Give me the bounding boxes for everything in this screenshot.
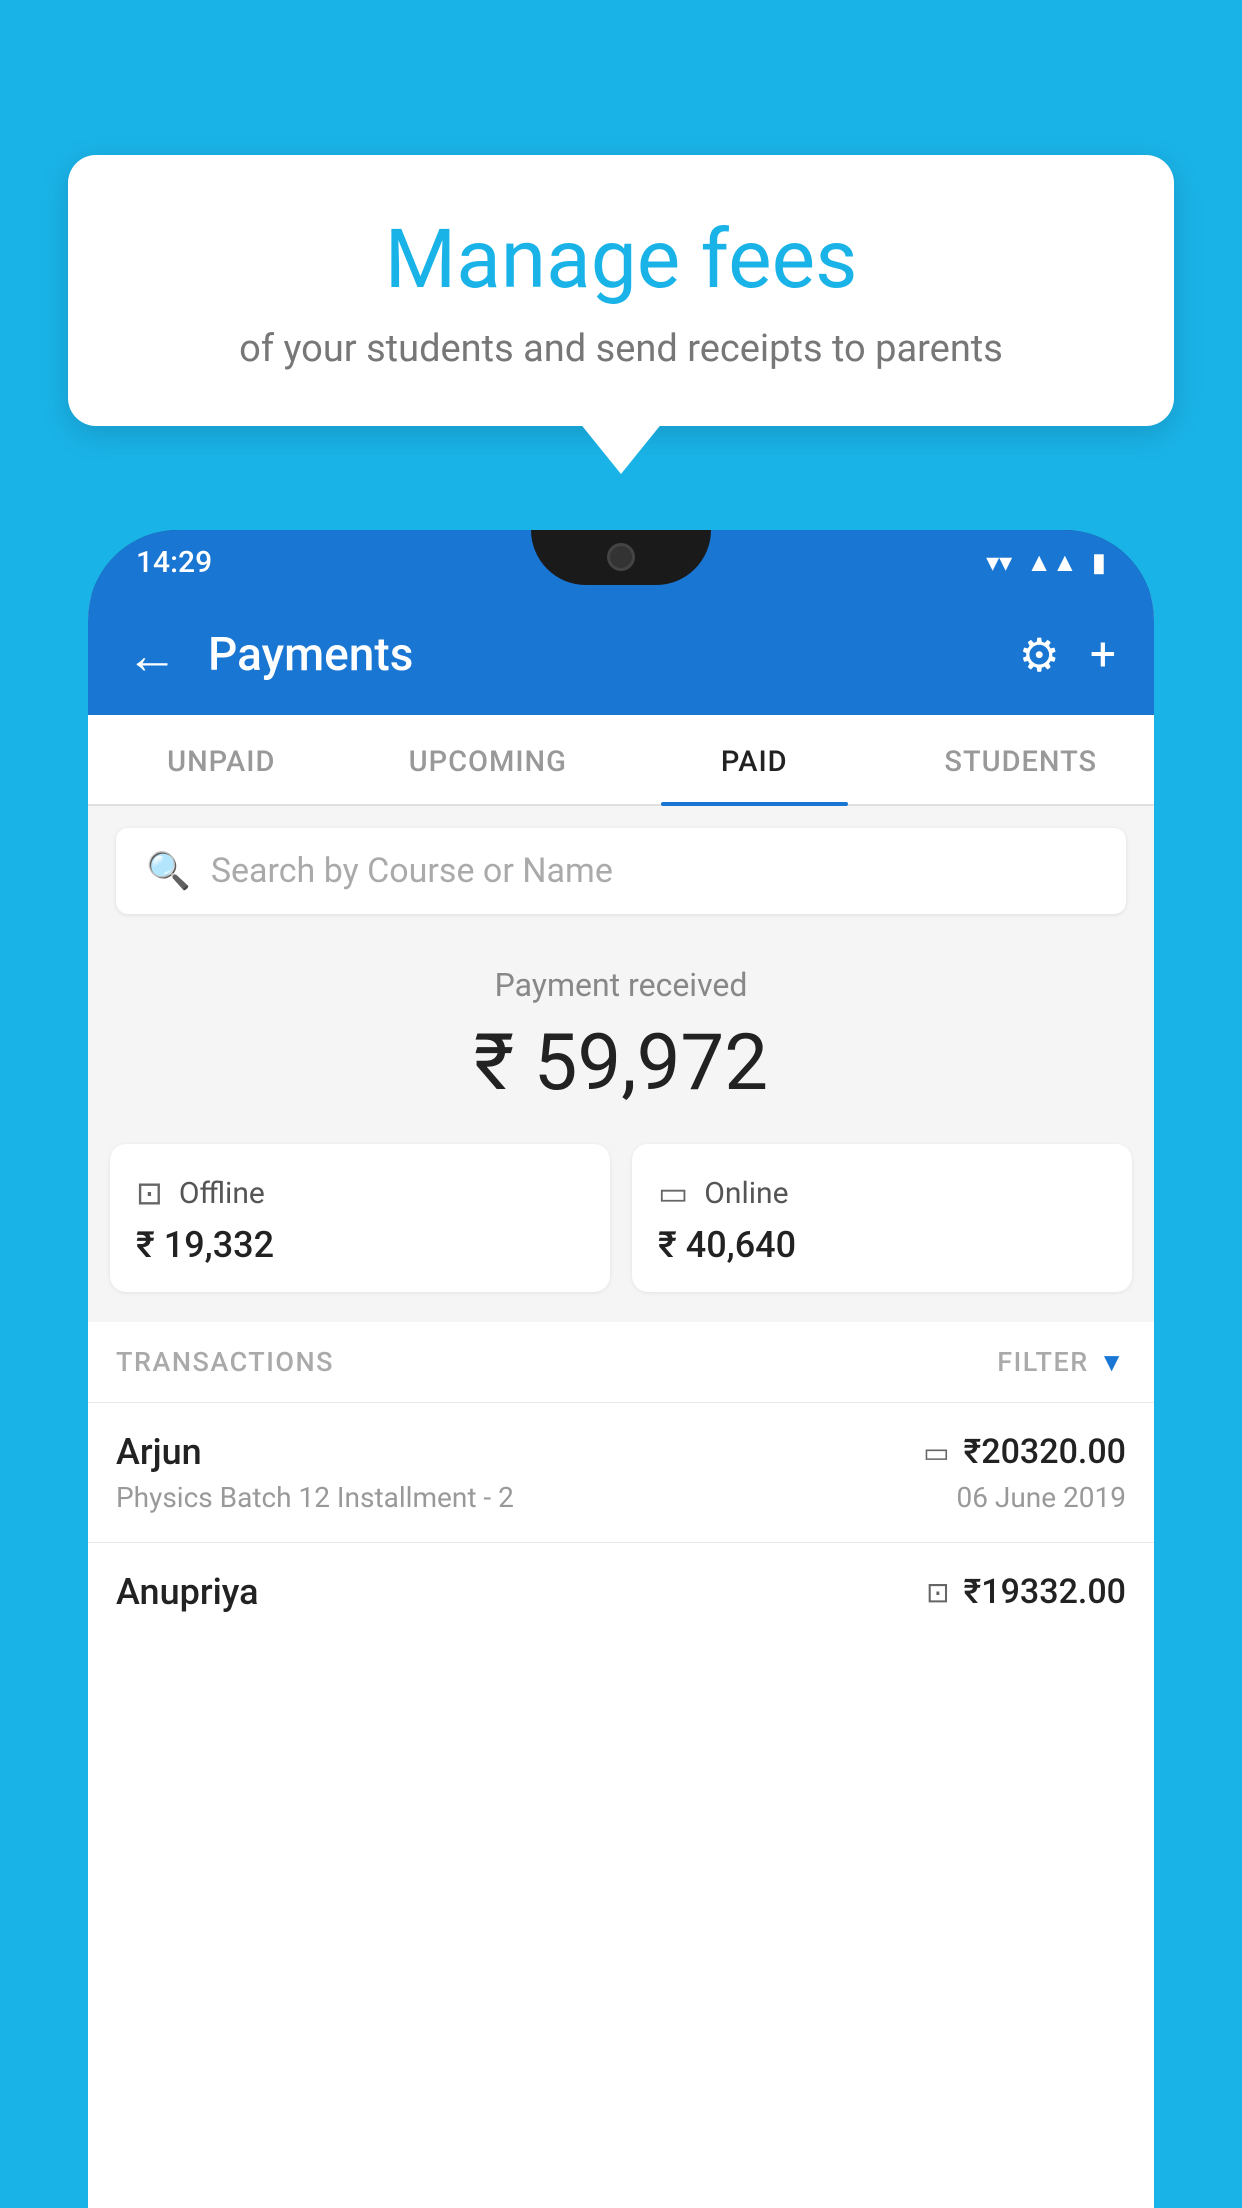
transaction-bottom: Physics Batch 12 Installment - 2 06 June… bbox=[116, 1481, 1126, 1514]
offline-amount: ₹ 19,332 bbox=[136, 1224, 584, 1266]
tabs: UNPAID UPCOMING PAID STUDENTS bbox=[88, 715, 1154, 806]
camera bbox=[607, 543, 635, 571]
phone-frame: 14:29 ▾▾ ▲▲ ▮ ← Payments ⚙ + UNPAID UPCO… bbox=[88, 530, 1154, 2208]
transactions-label: TRANSACTIONS bbox=[116, 1346, 334, 1378]
online-card: ▭ Online ₹ 40,640 bbox=[632, 1144, 1132, 1292]
search-icon: 🔍 bbox=[146, 850, 191, 892]
transaction-date: 06 June 2019 bbox=[956, 1481, 1126, 1514]
speech-bubble-subtitle: of your students and send receipts to pa… bbox=[118, 327, 1124, 371]
transaction-amount: ₹19332.00 bbox=[964, 1572, 1126, 1612]
transaction-name: Anupriya bbox=[116, 1571, 259, 1613]
tab-unpaid[interactable]: UNPAID bbox=[88, 715, 355, 804]
offline-label: Offline bbox=[179, 1176, 265, 1211]
offline-card: ⊡ Offline ₹ 19,332 bbox=[110, 1144, 610, 1292]
search-bar[interactable]: 🔍 Search by Course or Name bbox=[116, 828, 1126, 914]
transaction-amount-wrap: ▭ ₹20320.00 bbox=[923, 1432, 1126, 1472]
transaction-amount-wrap: ⊡ ₹19332.00 bbox=[926, 1572, 1126, 1612]
signal-icon: ▲▲ bbox=[1026, 547, 1077, 578]
filter-icon: ▼ bbox=[1099, 1347, 1126, 1378]
online-label: Online bbox=[704, 1176, 788, 1211]
transaction-mode-icon: ▭ bbox=[923, 1436, 949, 1469]
transaction-row[interactable]: Anupriya ⊡ ₹19332.00 bbox=[88, 1542, 1154, 1649]
transaction-top: Anupriya ⊡ ₹19332.00 bbox=[116, 1571, 1126, 1613]
transaction-name: Arjun bbox=[116, 1431, 202, 1473]
transaction-desc: Physics Batch 12 Installment - 2 bbox=[116, 1481, 514, 1514]
transaction-amount: ₹20320.00 bbox=[964, 1432, 1126, 1472]
tab-students[interactable]: STUDENTS bbox=[888, 715, 1155, 804]
online-card-header: ▭ Online bbox=[658, 1174, 1106, 1212]
offline-card-header: ⊡ Offline bbox=[136, 1174, 584, 1212]
transactions-header: TRANSACTIONS FILTER ▼ bbox=[88, 1322, 1154, 1402]
status-time: 14:29 bbox=[136, 545, 212, 580]
payment-received-amount: ₹ 59,972 bbox=[118, 1018, 1124, 1109]
online-amount: ₹ 40,640 bbox=[658, 1224, 1106, 1266]
tab-upcoming[interactable]: UPCOMING bbox=[355, 715, 622, 804]
transaction-top: Arjun ▭ ₹20320.00 bbox=[116, 1431, 1126, 1473]
app-bar: ← Payments ⚙ + bbox=[88, 595, 1154, 715]
transaction-mode-icon: ⊡ bbox=[926, 1576, 949, 1609]
filter-button[interactable]: FILTER ▼ bbox=[997, 1346, 1126, 1378]
phone-notch bbox=[531, 530, 711, 585]
speech-bubble-title: Manage fees bbox=[118, 215, 1124, 305]
app-bar-actions: ⚙ + bbox=[1019, 628, 1116, 683]
offline-icon: ⊡ bbox=[136, 1174, 163, 1212]
search-container: 🔍 Search by Course or Name bbox=[88, 806, 1154, 936]
payment-received-section: Payment received ₹ 59,972 bbox=[88, 936, 1154, 1144]
back-button[interactable]: ← bbox=[126, 625, 178, 686]
tab-paid[interactable]: PAID bbox=[621, 715, 888, 804]
app-bar-title: Payments bbox=[208, 628, 989, 682]
app-content: ← Payments ⚙ + UNPAID UPCOMING PAID STUD… bbox=[88, 595, 1154, 2208]
speech-bubble-card: Manage fees of your students and send re… bbox=[68, 155, 1174, 426]
payment-cards: ⊡ Offline ₹ 19,332 ▭ Online ₹ 40,640 bbox=[88, 1144, 1154, 1322]
battery-icon: ▮ bbox=[1092, 548, 1106, 578]
status-icons: ▾▾ ▲▲ ▮ bbox=[986, 547, 1106, 578]
add-icon[interactable]: + bbox=[1090, 628, 1116, 682]
settings-icon[interactable]: ⚙ bbox=[1019, 628, 1060, 683]
payment-received-label: Payment received bbox=[118, 966, 1124, 1004]
filter-text: FILTER bbox=[997, 1346, 1089, 1378]
online-icon: ▭ bbox=[658, 1174, 688, 1212]
search-input[interactable]: Search by Course or Name bbox=[211, 851, 613, 891]
wifi-icon: ▾▾ bbox=[986, 548, 1012, 578]
transaction-row[interactable]: Arjun ▭ ₹20320.00 Physics Batch 12 Insta… bbox=[88, 1402, 1154, 1542]
